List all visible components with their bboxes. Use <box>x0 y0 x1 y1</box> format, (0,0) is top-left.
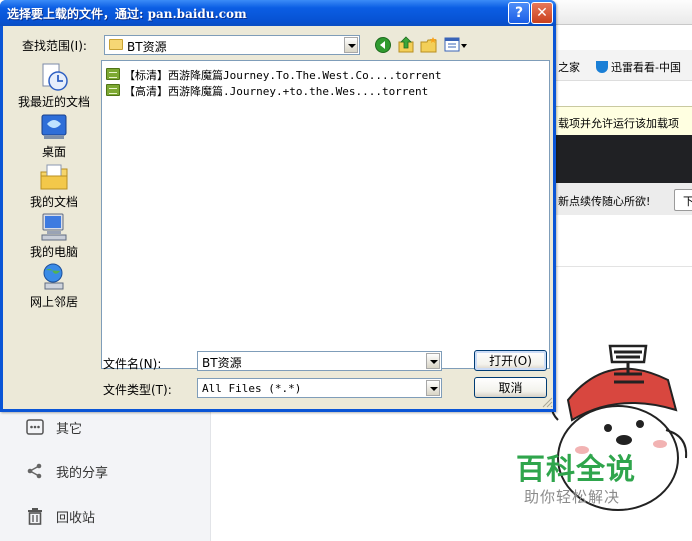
open-button[interactable]: 打开(O) <box>474 350 547 371</box>
sidebar-item-label: 其它 <box>56 422 83 437</box>
list-item[interactable]: 【高清】西游降魔篇.Journey.+to.the.Wes....torrent <box>106 82 526 98</box>
dialog-title: 选择要上载的文件，通过: pan.baidu.com <box>7 7 247 21</box>
list-item[interactable]: 【标清】西游降魔篇Journey.To.The.West.Co....torre… <box>106 66 526 82</box>
more-icon <box>26 419 44 435</box>
sidebar-item-my-share[interactable]: 我的分享 <box>26 460 196 482</box>
file-name: 【高清】西游降魔篇.Journey.+to.the.Wes....torrent <box>124 85 429 98</box>
recent-documents-icon <box>42 63 68 91</box>
shield-icon <box>596 61 608 73</box>
lookin-label: 查找范围(I): <box>22 39 87 53</box>
sidebar-item-label: 回收站 <box>56 511 96 526</box>
share-icon <box>27 463 42 479</box>
place-label: 网上邻居 <box>29 295 78 309</box>
file-upload-dialog: 选择要上载的文件，通过: pan.baidu.com ? ✕ 查找范围(I): … <box>0 0 556 412</box>
dialog-body: 查找范围(I): BT资源 我最近的文档 桌面 我的文档 我的电脑 网上邻居 【… <box>3 26 553 409</box>
up-folder-icon[interactable] <box>397 36 415 54</box>
network-places-icon <box>43 263 64 290</box>
sidebar-item-label: 我的分享 <box>56 466 109 481</box>
chevron-down-icon[interactable] <box>344 37 358 53</box>
lookin-value: BT资源 <box>127 40 167 54</box>
filename-label: 文件名(N): <box>103 357 162 371</box>
sidebar-item-recycle-bin[interactable]: 回收站 <box>26 505 196 527</box>
chevron-down-icon[interactable] <box>426 380 440 396</box>
promo-text: 新点续传随心所欲! <box>558 195 651 208</box>
back-icon[interactable] <box>374 36 392 54</box>
favorite-item-xunlei[interactable]: 迅雷看看-中国 <box>596 59 681 75</box>
file-list[interactable]: 【标清】西游降魔篇Journey.To.The.West.Co....torre… <box>101 60 550 369</box>
favorite-item[interactable]: 之家 <box>558 59 580 75</box>
divider <box>556 266 692 267</box>
my-computer-icon <box>41 213 67 241</box>
resize-grip-icon[interactable] <box>541 396 553 408</box>
place-my-documents[interactable]: 我的文档 <box>9 162 91 210</box>
folder-icon <box>109 39 123 50</box>
place-label: 桌面 <box>41 145 66 159</box>
lookin-dropdown[interactable]: BT资源 <box>104 35 360 55</box>
desktop-icon <box>41 114 67 139</box>
place-recent-documents[interactable]: 我最近的文档 <box>9 62 91 110</box>
place-label: 我最近的文档 <box>17 95 90 109</box>
place-my-computer[interactable]: 我的电脑 <box>9 212 91 260</box>
filetype-value: All Files (*.*) <box>202 382 302 395</box>
dialog-titlebar[interactable]: 选择要上载的文件，通过: pan.baidu.com ? ✕ <box>0 0 556 26</box>
watermark-subtitle: 助你轻松解决 <box>524 488 621 506</box>
place-network-places[interactable]: 网上邻居 <box>9 262 91 310</box>
filename-field[interactable]: BT资源 <box>197 351 442 371</box>
file-name: 【标清】西游降魔篇Journey.To.The.West.Co....torre… <box>124 69 442 82</box>
watermark-title: 百科全说 <box>516 452 637 486</box>
place-label: 我的电脑 <box>29 245 78 259</box>
place-label: 我的文档 <box>29 195 78 209</box>
filetype-dropdown[interactable]: All Files (*.*) <box>197 378 442 398</box>
cancel-button[interactable]: 取消 <box>474 377 547 398</box>
filetype-label: 文件类型(T): <box>103 383 172 397</box>
download-button[interactable]: 下 <box>674 189 692 211</box>
help-button[interactable]: ? <box>508 2 530 24</box>
new-folder-icon[interactable] <box>420 36 438 54</box>
view-menu-icon[interactable] <box>444 36 468 54</box>
promo-strip: 新点续传随心所欲! 下 <box>556 183 692 215</box>
close-button[interactable]: ✕ <box>531 2 553 24</box>
browser-toolbar <box>556 0 692 25</box>
chevron-down-icon[interactable] <box>426 353 440 369</box>
places-bar: 我最近的文档 桌面 我的文档 我的电脑 网上邻居 <box>9 62 91 412</box>
infobar-text: 载项并允许运行该加载项 <box>558 117 679 130</box>
place-desktop[interactable]: 桌面 <box>9 112 91 160</box>
torrent-file-icon <box>106 68 120 80</box>
information-bar[interactable]: 载项并允许运行该加载项 <box>556 106 692 136</box>
trash-icon <box>28 508 42 525</box>
my-documents-icon <box>40 164 68 190</box>
sidebar: 其它 我的分享 回收站 <box>0 410 211 541</box>
filename-value: BT资源 <box>202 356 242 370</box>
sidebar-item-other[interactable]: 其它 <box>26 416 196 438</box>
favorites-bar: 之家 迅雷看看-中国 <box>556 50 692 81</box>
torrent-file-icon <box>106 84 120 96</box>
dark-banner <box>556 135 692 183</box>
